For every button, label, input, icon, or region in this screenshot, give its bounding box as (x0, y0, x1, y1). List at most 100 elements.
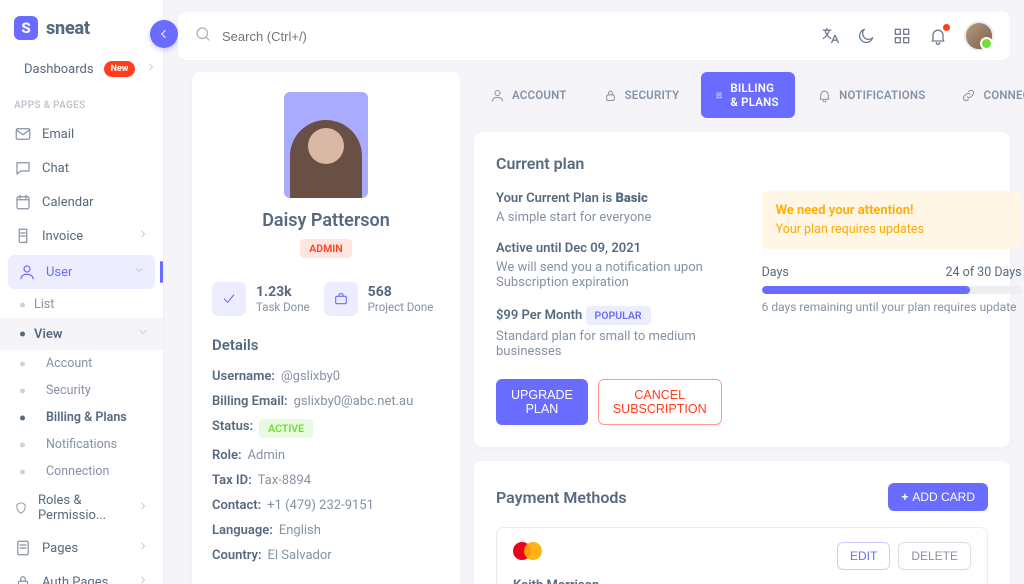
nav-label: Chat (42, 161, 69, 176)
plan-name-desc: A simple start for everyone (496, 210, 722, 225)
tab-notifications[interactable]: NOTIFICATIONS (803, 72, 939, 118)
nav-view-connection[interactable]: Connection (0, 458, 163, 485)
language-icon[interactable] (820, 26, 840, 46)
user-avatar (284, 92, 368, 198)
nav-label: Dashboards (24, 62, 94, 77)
chevron-right-icon (145, 61, 157, 77)
invoice-icon (14, 227, 32, 245)
plan-active-desc: We will send you a notification upon Sub… (496, 260, 722, 290)
nav-user-list[interactable]: List (0, 291, 163, 318)
settings-tabs: ACCOUNT SECURITY BILLING & PLANS NOTIFIC… (474, 72, 1010, 118)
nav-label: Calendar (42, 195, 94, 210)
plan-price-desc: Standard plan for small to medium busine… (496, 329, 722, 359)
brand-logo[interactable]: S sneat (0, 0, 163, 52)
chevron-down-icon (133, 264, 145, 280)
topbar-actions (820, 21, 994, 51)
nav-invoice[interactable]: Invoice (0, 219, 163, 253)
days-value: 24 of 30 Days (945, 265, 1021, 280)
attention-alert: We need your attention! Your plan requir… (762, 191, 1022, 249)
nav-email[interactable]: Email (0, 117, 163, 151)
theme-toggle-icon[interactable] (856, 26, 876, 46)
chevron-right-icon (137, 228, 149, 244)
days-label: Days (762, 265, 789, 280)
nav-label: Pages (42, 541, 78, 556)
cancel-subscription-button[interactable]: CANCEL SUBSCRIPTION (598, 379, 722, 425)
payment-methods-title: Payment Methods (496, 488, 627, 507)
current-plan-title: Current plan (496, 154, 988, 173)
tasks-label: Task Done (256, 300, 310, 314)
brand-mark-icon: S (14, 16, 38, 40)
tab-connections[interactable]: CONNECTIONS (947, 72, 1024, 118)
chevron-right-icon (137, 574, 149, 584)
global-search[interactable] (194, 25, 820, 47)
nav-label: View (34, 327, 62, 342)
payment-methods-card: Payment Methods +ADD CARD Kaith Morrison… (474, 461, 1010, 584)
new-badge: New (104, 61, 136, 77)
upgrade-plan-button[interactable]: UPGRADE PLAN (496, 379, 588, 425)
nav-view-notifications[interactable]: Notifications (0, 431, 163, 458)
alert-title: We need your attention! (776, 203, 1008, 218)
nav-view-security[interactable]: Security (0, 377, 163, 404)
nav-view-account[interactable]: Account (0, 350, 163, 377)
calendar-icon (14, 193, 32, 211)
tab-billing[interactable]: BILLING & PLANS (701, 72, 795, 118)
chat-icon (14, 159, 32, 177)
nav-roles[interactable]: Roles & Permissio... (0, 485, 163, 531)
sidebar: S sneat Dashboards New APPS & PAGES Emai… (0, 0, 164, 584)
sidebar-collapse-button[interactable] (150, 20, 178, 48)
search-input[interactable] (222, 29, 482, 44)
tab-security[interactable]: SECURITY (589, 72, 694, 118)
user-icon (18, 263, 36, 281)
user-name: Daisy Patterson (212, 210, 440, 231)
brand-name: sneat (46, 18, 90, 39)
days-progress (762, 286, 1022, 294)
card-holder: Kaith Morrison (513, 578, 823, 584)
user-details: Details Username:@gslixby0 Billing Email… (212, 336, 440, 568)
current-plan-card: Current plan Your Current Plan is Basic … (474, 132, 1010, 447)
nav-user[interactable]: User (8, 255, 155, 289)
topbar (178, 12, 1010, 60)
tab-account[interactable]: ACCOUNT (476, 72, 581, 118)
nav-calendar[interactable]: Calendar (0, 185, 163, 219)
main-content: Daisy Patterson ADMIN 1.23k Task Done 56… (178, 0, 1024, 584)
user-stats: 1.23k Task Done 568 Project Done (212, 276, 440, 330)
add-card-button[interactable]: +ADD CARD (888, 483, 988, 511)
nav-auth-pages[interactable]: Auth Pages (0, 565, 163, 584)
chevron-down-icon (137, 326, 149, 342)
nav-label: User (46, 265, 72, 280)
search-icon (194, 25, 212, 47)
projects-count: 568 (368, 284, 434, 300)
nav-pages[interactable]: Pages (0, 531, 163, 565)
plan-active-until: Active until Dec 09, 2021 (496, 241, 722, 256)
payment-method-row: Kaith Morrison **** **** **** 9856 EDIT … (496, 527, 988, 584)
current-user-avatar[interactable] (964, 21, 994, 51)
apps-grid-icon[interactable] (892, 26, 912, 46)
nav-label: Email (42, 127, 74, 142)
nav-label: Roles & Permissio... (38, 493, 127, 523)
section-apps-pages: APPS & PAGES (0, 86, 163, 117)
tasks-count: 1.23k (256, 284, 310, 300)
mail-icon (14, 125, 32, 143)
plan-price: $99 Per Month POPULAR (496, 306, 722, 325)
delete-card-button[interactable]: DELETE (898, 542, 971, 570)
check-icon (212, 282, 246, 316)
notifications-icon[interactable] (928, 26, 948, 46)
nav-view-billing[interactable]: Billing & Plans (0, 404, 163, 431)
user-role-badge: ADMIN (300, 239, 351, 258)
plan-name-line: Your Current Plan is Basic (496, 191, 722, 206)
nav-dashboards[interactable]: Dashboards New (0, 52, 163, 86)
mastercard-icon (513, 542, 823, 566)
nav-label: Invoice (42, 229, 83, 244)
chevron-right-icon (137, 500, 149, 516)
edit-card-button[interactable]: EDIT (837, 542, 890, 570)
shield-icon (14, 499, 28, 517)
status-badge: ACTIVE (259, 419, 313, 438)
nav-user-view[interactable]: View (0, 318, 163, 350)
user-profile-card: Daisy Patterson ADMIN 1.23k Task Done 56… (192, 72, 460, 584)
alert-desc: Your plan requires updates (776, 222, 1008, 237)
lock-icon (14, 573, 32, 584)
popular-badge: POPULAR (586, 306, 651, 325)
nav-chat[interactable]: Chat (0, 151, 163, 185)
pages-icon (14, 539, 32, 557)
projects-label: Project Done (368, 300, 434, 314)
